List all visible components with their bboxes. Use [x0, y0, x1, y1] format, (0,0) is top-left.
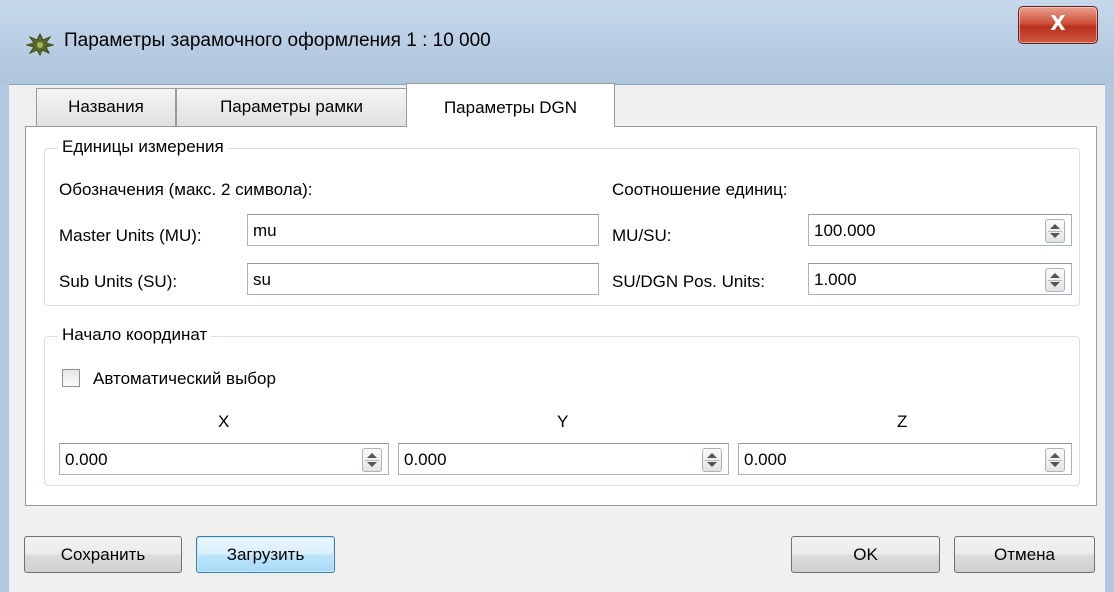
spin-arrows-icon[interactable]: [362, 448, 382, 472]
origin-group-title: Начало координат: [58, 325, 212, 345]
sub-units-value: su: [253, 270, 271, 289]
spin-arrows-icon[interactable]: [702, 448, 722, 472]
y-label: Y: [557, 412, 569, 431]
mu-su-label: MU/SU:: [612, 226, 672, 245]
title-bar[interactable]: Параметры зарамочного оформления 1 : 10 …: [0, 0, 1114, 84]
cancel-button[interactable]: Отмена: [954, 536, 1095, 573]
y-value: 0.000: [404, 450, 447, 469]
y-spinbox[interactable]: 0.000: [398, 443, 729, 475]
tab-names[interactable]: Названия: [36, 88, 176, 126]
load-button-label: Загрузить: [226, 545, 305, 564]
tab-frame-params[interactable]: Параметры рамки: [176, 88, 407, 126]
auto-select-label: Автоматический выбор: [93, 369, 276, 388]
ratio-label: Соотношение единиц:: [612, 180, 788, 199]
close-icon: X: [1050, 11, 1066, 35]
z-value: 0.000: [744, 450, 787, 469]
load-button[interactable]: Загрузить: [196, 536, 335, 573]
dialog-window: Параметры зарамочного оформления 1 : 10 …: [0, 0, 1114, 592]
tab-label: Параметры DGN: [443, 98, 578, 117]
su-dgn-value: 1.000: [814, 270, 857, 289]
save-button[interactable]: Сохранить: [24, 536, 182, 573]
ok-button[interactable]: OK: [791, 536, 940, 573]
close-button[interactable]: X: [1018, 6, 1098, 44]
ok-button-label: OK: [853, 545, 878, 564]
tab-label: Названия: [68, 97, 144, 116]
z-label: Z: [897, 412, 908, 431]
x-spinbox[interactable]: 0.000: [59, 443, 389, 475]
auto-select-checkbox[interactable]: [62, 369, 80, 387]
master-units-label: Master Units (MU):: [59, 226, 202, 245]
designations-label: Обозначения (макс. 2 символа):: [59, 180, 313, 199]
app-logo-icon: [26, 32, 54, 56]
spin-arrows-icon[interactable]: [1045, 448, 1065, 472]
x-value: 0.000: [65, 450, 108, 469]
tab-dgn-params[interactable]: Параметры DGN: [406, 83, 615, 127]
tab-label: Параметры рамки: [220, 97, 363, 116]
save-button-label: Сохранить: [60, 545, 146, 564]
master-units-value: mu: [253, 221, 277, 240]
z-spinbox[interactable]: 0.000: [738, 443, 1072, 475]
spin-arrows-icon[interactable]: [1045, 268, 1065, 292]
cancel-button-label: Отмена: [994, 545, 1055, 564]
su-dgn-spinbox[interactable]: 1.000: [808, 263, 1072, 295]
x-label: X: [218, 412, 230, 431]
sub-units-label: Sub Units (SU):: [59, 272, 178, 291]
mu-su-spinbox[interactable]: 100.000: [808, 214, 1072, 246]
window-title: Параметры зарамочного оформления 1 : 10 …: [64, 30, 491, 51]
master-units-input[interactable]: mu: [247, 214, 599, 246]
units-group-title: Единицы измерения: [58, 137, 228, 157]
sub-units-input[interactable]: su: [247, 263, 599, 295]
mu-su-value: 100.000: [814, 221, 876, 240]
spin-arrows-icon[interactable]: [1045, 219, 1065, 243]
su-dgn-label: SU/DGN Pos. Units:: [612, 272, 766, 291]
